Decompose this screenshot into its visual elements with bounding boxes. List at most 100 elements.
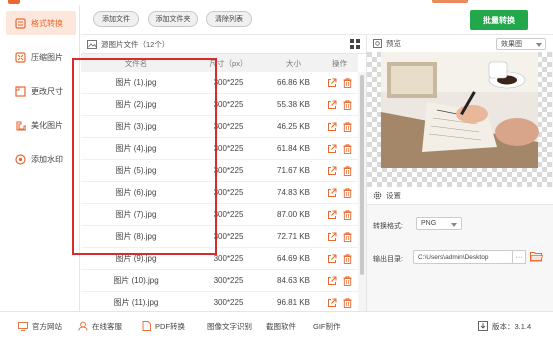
file-name-cell: 图片 (11).jpg	[113, 298, 159, 307]
trash-icon[interactable]	[343, 187, 352, 198]
footer-ocr-link[interactable]: 图像文字识别	[207, 312, 252, 340]
settings-header: 设置	[367, 187, 553, 205]
sidebar-item-watermark[interactable]: 添加水印	[6, 147, 76, 171]
table-row[interactable]: 图片 (8).jpg 300*225 72.71 KB	[81, 226, 358, 248]
trash-icon[interactable]	[343, 121, 352, 132]
sidebar-item-format-convert[interactable]: 格式转换	[6, 11, 76, 35]
table-row[interactable]: 图片 (3).jpg 300*225 46.25 KB	[81, 116, 358, 138]
file-dimensions-cell: 300*225	[213, 232, 244, 241]
batch-convert-button[interactable]: 批量转换	[470, 10, 528, 30]
footer-support-label: 在线客服	[92, 321, 122, 331]
browse-more-button[interactable]: ···	[512, 250, 526, 264]
preview-header: 预览 效果图	[367, 35, 553, 52]
format-value: PNG	[421, 220, 437, 227]
file-name-cell: 图片 (3).jpg	[115, 122, 157, 131]
trash-icon[interactable]	[343, 275, 352, 286]
trash-icon[interactable]	[343, 253, 352, 264]
footer-website-link[interactable]: 官方网站	[18, 312, 62, 340]
sidebar-item-beautify[interactable]: 美化图片	[6, 113, 76, 137]
table-row[interactable]: 图片 (11).jpg 300*225 96.81 KB	[81, 292, 358, 311]
file-dimensions-cell: 300*225	[213, 188, 244, 197]
row-actions	[321, 77, 358, 88]
table-row[interactable]: 图片 (1).jpg 300*225 66.86 KB	[81, 72, 358, 94]
footer-support-link[interactable]: 在线客服	[78, 312, 122, 340]
file-name-cell: 图片 (5).jpg	[115, 166, 157, 175]
table-header: 文件名 尺寸（px） 大小 操作	[81, 54, 358, 72]
trash-icon[interactable]	[343, 231, 352, 242]
file-size-cell: 72.71 KB	[277, 232, 310, 241]
add-file-button[interactable]: 添加文件	[93, 11, 139, 27]
table-row[interactable]: 图片 (7).jpg 300*225 87.00 KB	[81, 204, 358, 226]
preview-mode-value: 效果图	[501, 41, 522, 48]
open-external-icon[interactable]	[327, 254, 337, 264]
row-actions	[321, 143, 358, 154]
row-actions	[321, 187, 358, 198]
row-actions	[321, 121, 358, 132]
trash-icon[interactable]	[343, 77, 352, 88]
trash-icon[interactable]	[343, 143, 352, 154]
footer-ocr-label: 图像文字识别	[207, 321, 252, 331]
file-size-cell: 84.63 KB	[277, 276, 310, 285]
table-row[interactable]: 图片 (4).jpg 300*225 61.84 KB	[81, 138, 358, 160]
footer-screenshot-link[interactable]: 截图软件	[266, 312, 296, 340]
open-external-icon[interactable]	[327, 276, 337, 286]
compress-icon	[15, 51, 26, 63]
open-external-icon[interactable]	[327, 122, 337, 132]
clear-list-button[interactable]: 清除列表	[206, 11, 252, 27]
file-size-cell: 61.84 KB	[277, 144, 310, 153]
image-file-icon	[87, 39, 97, 49]
open-external-icon[interactable]	[327, 188, 337, 198]
table-row[interactable]: 图片 (9).jpg 300*225 64.69 KB	[81, 248, 358, 270]
open-external-icon[interactable]	[327, 298, 337, 308]
table-row[interactable]: 图片 (5).jpg 300*225 71.67 KB	[81, 160, 358, 182]
file-name-cell: 图片 (6).jpg	[115, 188, 157, 197]
open-external-icon[interactable]	[327, 144, 337, 154]
table-row[interactable]: 图片 (2).jpg 300*225 55.38 KB	[81, 94, 358, 116]
table-row[interactable]: 图片 (10).jpg 300*225 84.63 KB	[81, 270, 358, 292]
open-external-icon[interactable]	[327, 166, 337, 176]
trash-icon[interactable]	[343, 99, 352, 110]
format-select[interactable]: PNG	[416, 217, 462, 230]
open-external-icon[interactable]	[327, 100, 337, 110]
file-size-cell: 87.00 KB	[277, 210, 310, 219]
sidebar-item-label: 添加水印	[31, 154, 63, 164]
resize-icon	[15, 85, 26, 97]
preview-mode-select[interactable]: 效果图	[496, 38, 546, 50]
open-external-icon[interactable]	[327, 78, 337, 88]
scrollbar-thumb[interactable]	[360, 75, 364, 275]
file-dimensions-cell: 300*225	[213, 276, 244, 285]
window-controls[interactable]	[432, 0, 468, 3]
footer-pdf-link[interactable]: PDF转换	[142, 312, 185, 340]
settings-title: 设置	[386, 191, 401, 200]
trash-icon[interactable]	[343, 209, 352, 220]
open-folder-icon[interactable]	[529, 250, 544, 264]
add-folder-button[interactable]: 添加文件夹	[148, 11, 198, 27]
pdf-icon	[142, 321, 151, 331]
trash-icon[interactable]	[343, 297, 352, 308]
sidebar-item-label: 美化图片	[31, 120, 63, 130]
gear-icon	[373, 191, 382, 200]
trash-icon[interactable]	[343, 165, 352, 176]
footer-screenshot-label: 截图软件	[266, 321, 296, 331]
open-external-icon[interactable]	[327, 210, 337, 220]
monitor-icon	[18, 321, 28, 331]
file-size-cell: 74.83 KB	[277, 188, 310, 197]
format-label: 转换格式:	[373, 223, 403, 230]
footer-gif-label: GIF制作	[313, 321, 341, 331]
column-header-size[interactable]: 大小	[266, 58, 321, 69]
file-name-cell: 图片 (8).jpg	[115, 232, 157, 241]
chevron-down-icon	[536, 42, 542, 49]
sidebar-item-compress[interactable]: 压缩图片	[6, 45, 76, 69]
grid-view-icon[interactable]	[350, 39, 360, 51]
output-dir-input[interactable]: C:\Users\admin\Desktop	[413, 250, 513, 264]
open-external-icon[interactable]	[327, 232, 337, 242]
table-row[interactable]: 图片 (6).jpg 300*225 74.83 KB	[81, 182, 358, 204]
column-header-name[interactable]: 文件名	[81, 58, 191, 69]
file-name-cell: 图片 (9).jpg	[115, 254, 157, 263]
file-dimensions-cell: 300*225	[213, 144, 244, 153]
sidebar-item-resize[interactable]: 更改尺寸	[6, 79, 76, 103]
footer-gif-link[interactable]: GIF制作	[313, 312, 341, 340]
column-header-dimensions[interactable]: 尺寸（px）	[191, 58, 266, 69]
file-list-title: 源图片文件（12个）	[101, 39, 170, 49]
preview-title: 预览	[386, 39, 401, 48]
